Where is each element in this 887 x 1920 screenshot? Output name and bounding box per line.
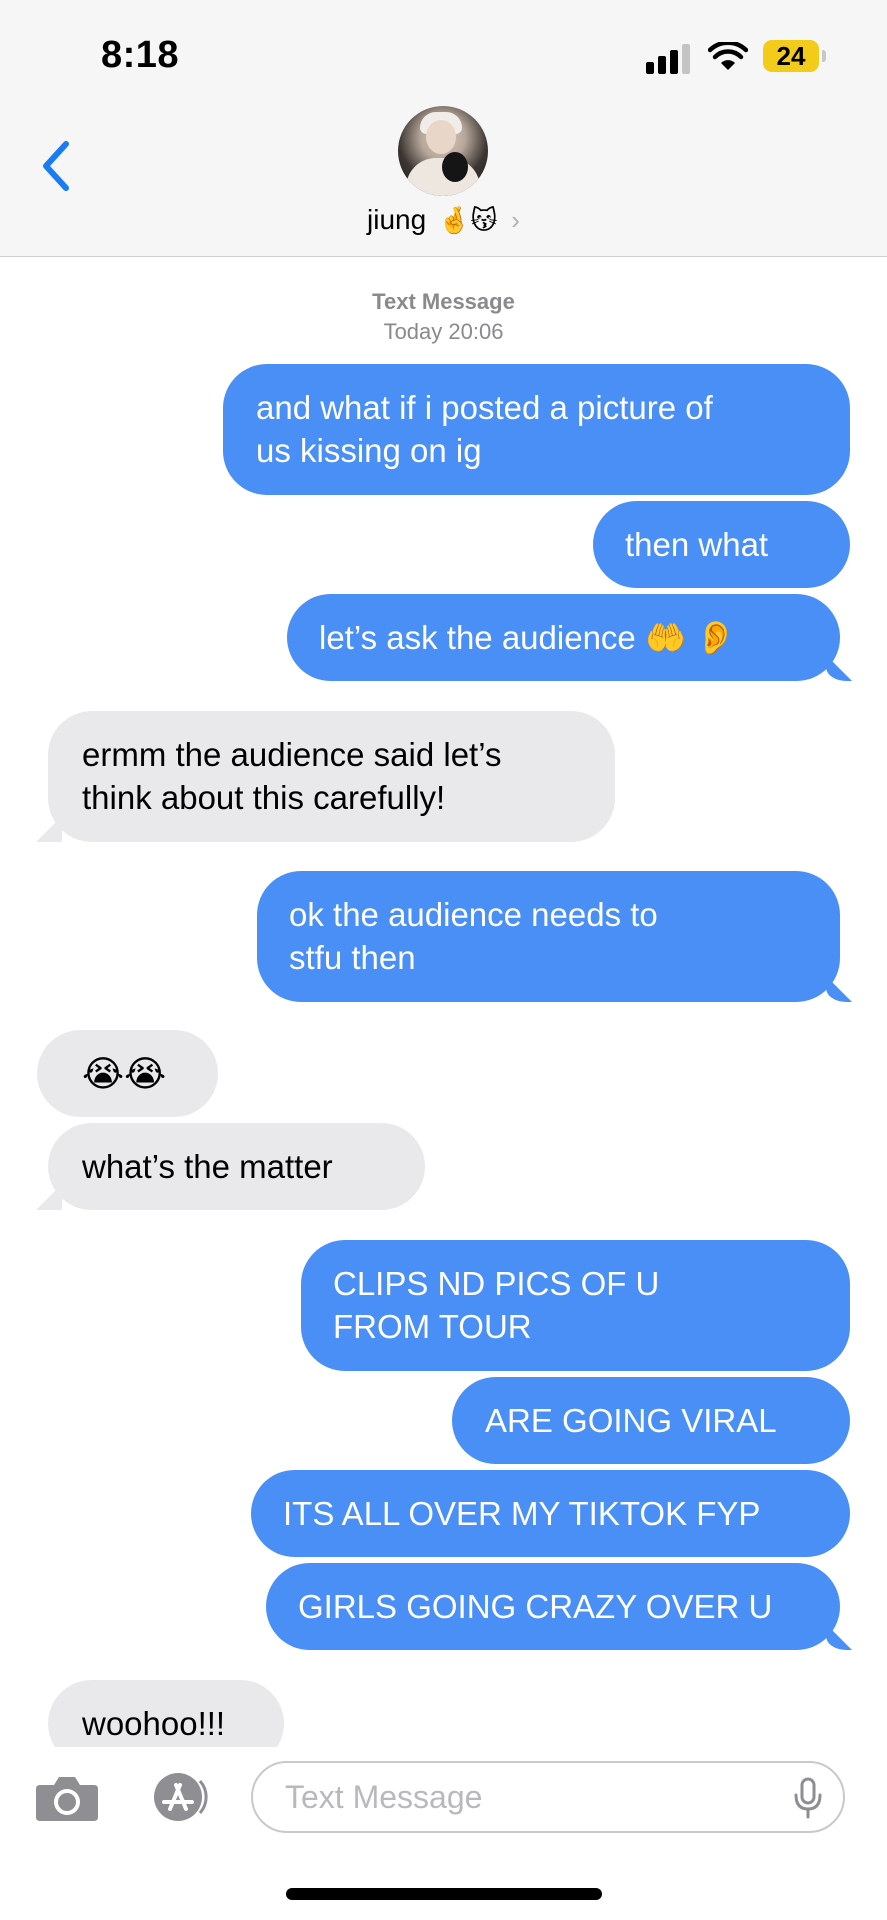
- cellular-signal-icon: [646, 44, 692, 74]
- camera-icon[interactable]: [34, 1773, 100, 1823]
- contact-emoji: 🤞😽: [438, 205, 498, 235]
- service-label: Text Message: [372, 289, 515, 314]
- chevron-right-icon: ›: [511, 205, 520, 235]
- sent-message-bubble[interactable]: ITS ALL OVER MY TIKTOK FYP: [251, 1470, 850, 1557]
- conversation-timestamp: Today 20:06: [383, 319, 504, 344]
- contact-avatar[interactable]: [398, 106, 488, 196]
- sent-message-bubble[interactable]: let’s ask the audience 🤲 👂: [287, 594, 840, 681]
- battery-nub: [822, 50, 826, 62]
- received-message-bubble[interactable]: woohoo!!!: [48, 1680, 284, 1747]
- app-store-icon[interactable]: [148, 1771, 214, 1823]
- sent-message-bubble[interactable]: ok the audience needs to stfu then: [257, 871, 840, 1002]
- sent-message-bubble[interactable]: and what if i posted a picture of us kis…: [223, 364, 850, 495]
- conversation-header: jiung 🤞😽 ›: [0, 100, 887, 257]
- message-thread[interactable]: Text Message Today 20:06 and what if i p…: [0, 257, 887, 1747]
- received-message-bubble[interactable]: ermm the audience said let’s think about…: [48, 711, 615, 842]
- back-chevron-icon[interactable]: [36, 136, 76, 196]
- microphone-icon[interactable]: [792, 1777, 824, 1819]
- status-time: 8:18: [101, 34, 180, 76]
- status-bar: 8:18 24: [0, 0, 887, 100]
- received-emoji-bubble[interactable]: 😭😭: [37, 1030, 218, 1117]
- battery-indicator: 24: [763, 40, 819, 72]
- sent-message-bubble[interactable]: then what: [593, 501, 850, 588]
- sent-message-bubble[interactable]: ARE GOING VIRAL: [452, 1377, 850, 1464]
- sent-message-bubble[interactable]: CLIPS ND PICS OF U FROM TOUR: [301, 1240, 850, 1371]
- contact-name: jiung: [367, 204, 427, 235]
- home-indicator[interactable]: [286, 1888, 602, 1900]
- message-text-field[interactable]: Text Message: [251, 1761, 845, 1833]
- contact-name-button[interactable]: jiung 🤞😽 ›: [0, 204, 887, 236]
- wifi-icon: [708, 42, 748, 70]
- sent-message-bubble[interactable]: GIRLS GOING CRAZY OVER U: [266, 1563, 840, 1650]
- message-input-bar: Text Message: [0, 1747, 887, 1847]
- received-message-bubble[interactable]: what’s the matter: [48, 1123, 425, 1210]
